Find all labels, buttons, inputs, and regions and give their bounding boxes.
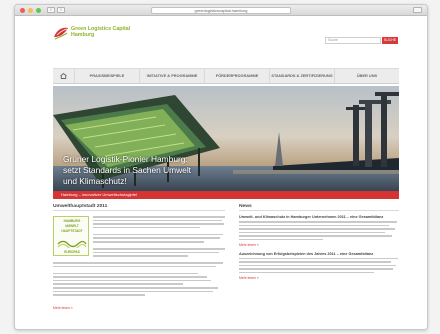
zoom-window-button[interactable] — [36, 8, 41, 13]
hero-caption-bar[interactable]: Hamburg – innovativer Umweltschutzgipfel — [53, 191, 399, 199]
home-icon — [60, 73, 67, 79]
search-input[interactable]: Suche — [325, 37, 381, 44]
news-read-more-link[interactable]: Mehr lesen » — [239, 276, 399, 280]
news-item: Auszeichnung von Erfolgsbeispielen des J… — [239, 252, 399, 280]
nav-item-praxisbeispiele[interactable]: PRAXISBEISPIELE — [75, 69, 140, 83]
close-window-button[interactable] — [20, 8, 25, 13]
nav-item-ueber-uns[interactable]: ÜBER UNS — [335, 69, 399, 83]
seal-line-3: HAUPTSTADT — [61, 229, 83, 233]
left-column: Umwelthauptstadt 2011 HAMBURG UMWELT HAU… — [53, 204, 225, 310]
umwelthauptstadt-seal: HAMBURG UMWELT HAUPTSTADT EUROPAS — [53, 216, 89, 256]
news-item-title[interactable]: Auszeichnung von Erfolgsbeispielen des J… — [239, 252, 399, 256]
website: Green Logistics Capital Hamburg Suche SU… — [15, 16, 427, 329]
news-read-more-link[interactable]: Mehr lesen » — [239, 243, 399, 247]
browser-menu-button[interactable] — [413, 7, 422, 13]
search-button[interactable]: SUCHE — [382, 37, 398, 44]
intro-text — [93, 216, 225, 259]
seal-line-2: UMWELT — [65, 224, 79, 228]
main-navigation: PRAXISBEISPIELE INITIATIVE & PROGRAMME F… — [53, 68, 399, 84]
browser-window: ‹ › greenlogisticscapital.hamburg Green … — [14, 4, 428, 330]
back-arrow-icon[interactable]: ‹ — [47, 7, 55, 13]
news-item: Umwelt- und Klimaschutz in Hamburger Unt… — [239, 215, 399, 247]
logo-line-2: Hamburg — [71, 32, 95, 38]
home-button[interactable] — [53, 69, 75, 83]
seal-wave-icon — [57, 240, 87, 248]
address-bar[interactable]: greenlogisticscapital.hamburg — [151, 7, 291, 14]
hero-headline: Grüner Logistik-Pionier Hamburg: setzt S… — [63, 154, 191, 187]
site-logo[interactable]: Green Logistics Capital Hamburg — [71, 26, 130, 38]
left-section-title: Umwelthauptstadt 2011 — [53, 204, 225, 211]
window-controls — [20, 8, 41, 13]
seal-line-1: HAMBURG — [63, 219, 81, 223]
hero-line-2: setzt Standards in Sachen Umwelt — [63, 165, 192, 175]
forward-arrow-icon[interactable]: › — [57, 7, 65, 13]
news-column: News Umwelt- und Klimaschutz in Hamburge… — [239, 204, 399, 280]
site-header: Green Logistics Capital Hamburg Suche SU… — [15, 16, 427, 48]
left-read-more-link[interactable]: Mehr lesen » — [53, 306, 73, 310]
logo-leaf-icon — [54, 27, 68, 40]
nav-item-initiative[interactable]: INITIATIVE & PROGRAMME — [140, 69, 205, 83]
news-item-title[interactable]: Umwelt- und Klimaschutz in Hamburger Unt… — [239, 215, 399, 219]
nav-item-standards[interactable]: STANDARDS & ZERTIFIZIERUNG — [270, 69, 335, 83]
hero-banner[interactable]: Grüner Logistik-Pionier Hamburg: setzt S… — [53, 86, 399, 199]
main-content: Umwelthauptstadt 2011 HAMBURG UMWELT HAU… — [53, 204, 399, 316]
nav-item-foerderprogramme[interactable]: FÖRDERPROGRAMME — [205, 69, 270, 83]
browser-titlebar: ‹ › greenlogisticscapital.hamburg — [15, 5, 427, 16]
news-section-title: News — [239, 204, 399, 211]
minimize-window-button[interactable] — [28, 8, 33, 13]
hero-line-1: Grüner Logistik-Pionier Hamburg: — [63, 154, 188, 164]
hero-line-3: und Klimaschutz! — [63, 176, 127, 186]
seal-line-4: EUROPAS — [64, 250, 80, 254]
browser-navigation: ‹ › — [47, 7, 65, 13]
